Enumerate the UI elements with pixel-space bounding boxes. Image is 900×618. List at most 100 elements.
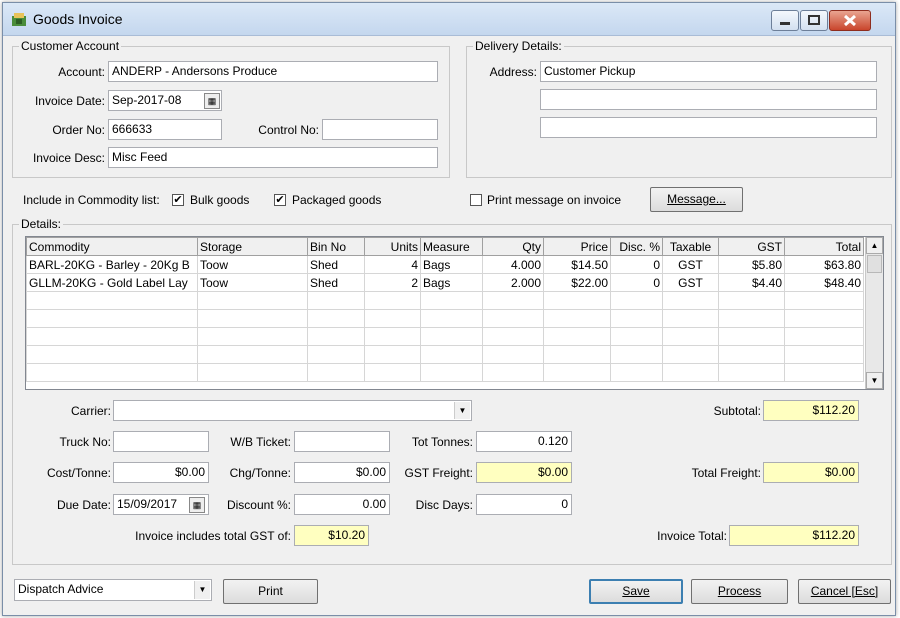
- print-button[interactable]: Print: [223, 579, 318, 604]
- address-line-3[interactable]: [540, 117, 877, 138]
- table-cell[interactable]: [364, 309, 421, 328]
- table-row[interactable]: BARL-20KG - Barley - 20Kg B Toow Shed 4 Bags…: [26, 255, 864, 274]
- table-cell[interactable]: [364, 345, 421, 364]
- table-cell[interactable]: [420, 309, 483, 328]
- table-cell[interactable]: [420, 327, 483, 346]
- table-cell[interactable]: [307, 309, 365, 328]
- table-cell[interactable]: GLLM-20KG - Gold Label Lay: [26, 273, 198, 292]
- address-line-2[interactable]: [540, 89, 877, 110]
- table-row[interactable]: [26, 345, 864, 364]
- table-row[interactable]: [26, 291, 864, 310]
- table-cell[interactable]: [420, 345, 483, 364]
- scroll-down-icon[interactable]: ▼: [866, 372, 883, 389]
- tot-tonnes-field[interactable]: 0.120: [476, 431, 572, 452]
- table-cell[interactable]: [307, 345, 365, 364]
- table-cell[interactable]: [197, 309, 308, 328]
- table-cell[interactable]: BARL-20KG - Barley - 20Kg B: [26, 255, 198, 274]
- column-header[interactable]: Qty: [482, 237, 544, 256]
- table-cell[interactable]: [662, 345, 719, 364]
- table-cell[interactable]: [662, 363, 719, 382]
- table-cell[interactable]: GST: [662, 255, 719, 274]
- table-cell[interactable]: $63.80: [784, 255, 864, 274]
- column-header[interactable]: Bin No: [307, 237, 365, 256]
- table-cell[interactable]: [197, 345, 308, 364]
- scroll-thumb[interactable]: [867, 255, 882, 273]
- address-line-1[interactable]: Customer Pickup: [540, 61, 877, 82]
- calendar-icon[interactable]: ▦: [189, 497, 205, 513]
- packaged-goods-checkbox[interactable]: ✔: [274, 194, 286, 206]
- table-cell[interactable]: [26, 345, 198, 364]
- order-no-field[interactable]: 666633: [108, 119, 222, 140]
- discount-field[interactable]: 0.00: [294, 494, 390, 515]
- table-cell[interactable]: 2: [364, 273, 421, 292]
- table-cell[interactable]: [26, 363, 198, 382]
- table-cell[interactable]: [784, 345, 864, 364]
- column-header[interactable]: Price: [543, 237, 611, 256]
- table-cell[interactable]: [26, 327, 198, 346]
- column-header[interactable]: Units: [364, 237, 421, 256]
- table-cell[interactable]: [610, 291, 663, 310]
- table-cell[interactable]: [482, 291, 544, 310]
- table-cell[interactable]: [610, 327, 663, 346]
- table-cell[interactable]: 4.000: [482, 255, 544, 274]
- table-cell[interactable]: [420, 291, 483, 310]
- truck-no-field[interactable]: [113, 431, 209, 452]
- column-header[interactable]: GST: [718, 237, 785, 256]
- table-cell[interactable]: [307, 363, 365, 382]
- column-header[interactable]: Commodity: [26, 237, 198, 256]
- save-button[interactable]: Save: [589, 579, 683, 604]
- table-cell[interactable]: [543, 309, 611, 328]
- table-cell[interactable]: $5.80: [718, 255, 785, 274]
- table-cell[interactable]: 0: [610, 255, 663, 274]
- table-row[interactable]: [26, 363, 864, 382]
- table-cell[interactable]: Toow: [197, 255, 308, 274]
- table-cell[interactable]: [420, 363, 483, 382]
- table-cell[interactable]: [364, 291, 421, 310]
- close-button[interactable]: [829, 10, 871, 31]
- table-cell[interactable]: [610, 363, 663, 382]
- column-header[interactable]: Taxable: [662, 237, 719, 256]
- chg-tonne-field[interactable]: $0.00: [294, 462, 390, 483]
- carrier-dropdown[interactable]: ▼: [113, 400, 472, 421]
- table-cell[interactable]: [718, 327, 785, 346]
- account-field[interactable]: ANDERP - Andersons Produce: [108, 61, 438, 82]
- table-cell[interactable]: [307, 291, 365, 310]
- table-cell[interactable]: [784, 327, 864, 346]
- table-cell[interactable]: [662, 309, 719, 328]
- table-cell[interactable]: [197, 291, 308, 310]
- column-header[interactable]: Storage: [197, 237, 308, 256]
- table-cell[interactable]: Bags: [420, 273, 483, 292]
- table-cell[interactable]: [662, 327, 719, 346]
- disc-days-field[interactable]: 0: [476, 494, 572, 515]
- table-cell[interactable]: Shed: [307, 255, 365, 274]
- bulk-goods-checkbox[interactable]: ✔: [172, 194, 184, 206]
- table-cell[interactable]: [662, 291, 719, 310]
- table-cell[interactable]: [718, 291, 785, 310]
- wb-ticket-field[interactable]: [294, 431, 390, 452]
- minimize-button[interactable]: [771, 10, 799, 31]
- column-header[interactable]: Measure: [420, 237, 483, 256]
- table-cell[interactable]: [718, 309, 785, 328]
- scroll-up-icon[interactable]: ▲: [866, 237, 883, 254]
- column-header[interactable]: Total: [784, 237, 864, 256]
- grid-scrollbar[interactable]: ▲ ▼: [865, 237, 883, 389]
- table-cell[interactable]: [482, 345, 544, 364]
- table-cell[interactable]: [364, 363, 421, 382]
- table-cell[interactable]: [784, 363, 864, 382]
- table-cell[interactable]: [26, 291, 198, 310]
- table-cell[interactable]: GST: [662, 273, 719, 292]
- table-cell[interactable]: $14.50: [543, 255, 611, 274]
- table-cell[interactable]: [784, 291, 864, 310]
- table-cell[interactable]: [610, 345, 663, 364]
- report-select[interactable]: Dispatch Advice ▼: [14, 579, 212, 601]
- invoice-desc-field[interactable]: Misc Feed: [108, 147, 438, 168]
- table-cell[interactable]: $4.40: [718, 273, 785, 292]
- cancel-button[interactable]: Cancel [Esc]: [798, 579, 891, 604]
- process-button[interactable]: Process: [691, 579, 788, 604]
- column-header[interactable]: Disc. %: [610, 237, 663, 256]
- print-message-checkbox[interactable]: [470, 194, 482, 206]
- table-row[interactable]: [26, 309, 864, 328]
- table-cell[interactable]: $48.40: [784, 273, 864, 292]
- table-row[interactable]: [26, 327, 864, 346]
- cost-tonne-field[interactable]: $0.00: [113, 462, 209, 483]
